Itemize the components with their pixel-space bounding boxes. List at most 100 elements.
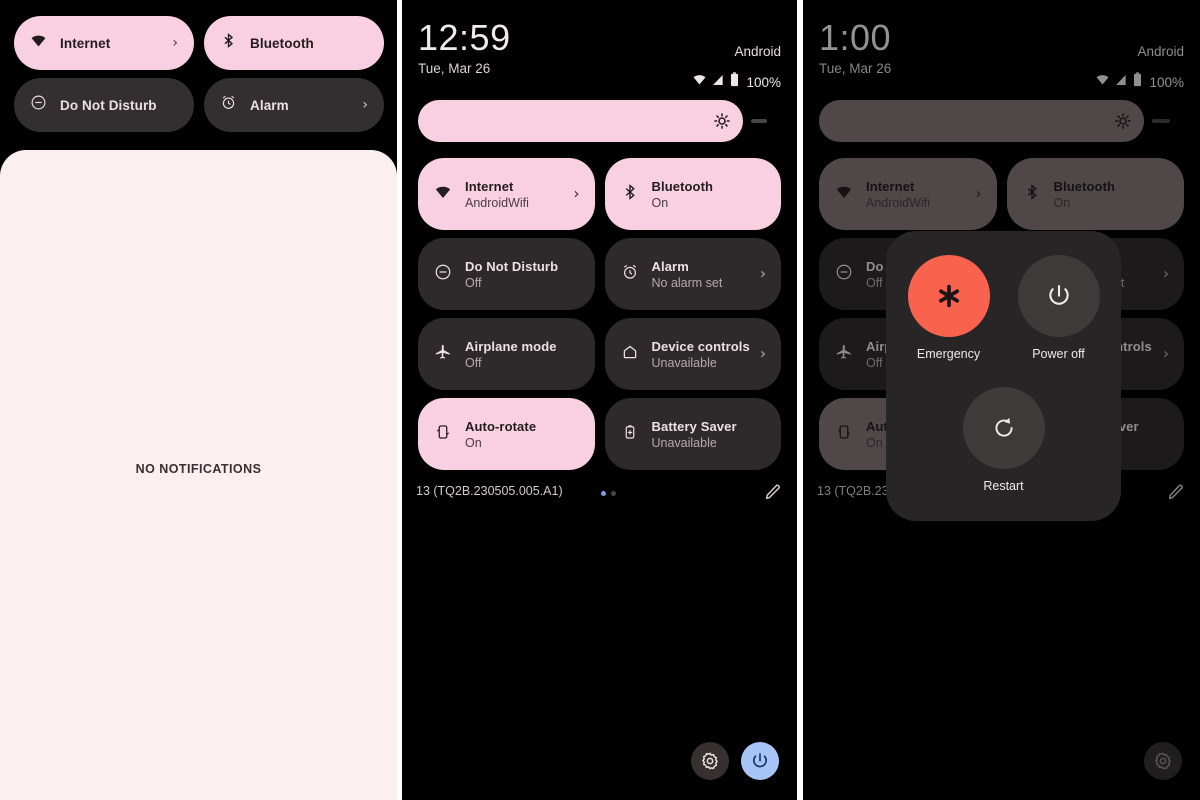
do-not-disturb-icon — [30, 94, 47, 116]
status-icons: 100% — [1095, 72, 1184, 92]
power-off-label: Power off — [1032, 347, 1085, 361]
tile-subtitle: Off — [465, 275, 482, 290]
tile-subtitle: On — [1053, 195, 1071, 210]
brightness-icon — [1114, 112, 1132, 130]
tile-do-not-disturb[interactable]: Do Not Disturb Off — [418, 238, 595, 310]
chevron-right-icon[interactable]: › — [1163, 346, 1169, 362]
pencil-icon[interactable] — [1166, 482, 1186, 502]
page-dot-active[interactable] — [601, 491, 606, 496]
brightness-slider[interactable] — [418, 100, 781, 142]
power-menu-row-secondary: Restart — [886, 387, 1121, 493]
brightness-icon — [713, 112, 731, 130]
chevron-right-icon[interactable]: › — [760, 346, 766, 362]
tile-subtitle: AndroidWifi — [465, 195, 529, 210]
tile-subtitle: Unavailable — [651, 355, 717, 370]
power-button[interactable] — [741, 742, 779, 780]
tile-bluetooth[interactable]: Bluetooth On — [1006, 158, 1184, 230]
tile-label: Do Not Disturb — [60, 97, 157, 113]
tile-title: Airplane mode — [465, 338, 557, 354]
emergency-asterisk-icon[interactable] — [907, 255, 990, 337]
tile-do-not-disturb[interactable]: Do Not Disturb — [14, 78, 194, 132]
signal-icon — [711, 73, 725, 92]
footer-buttons — [691, 742, 779, 780]
tile-internet[interactable]: Internet AndroidWifi › — [418, 158, 595, 230]
tile-internet[interactable]: Internet › — [14, 16, 194, 70]
tile-title: Internet — [465, 178, 514, 194]
screenshot-stage: Internet › Bluetooth Do Not Disturb Alar… — [0, 0, 1200, 800]
battery-saver-icon — [621, 423, 639, 446]
quick-settings-surface: 12:59 Tue, Mar 26 Android 100% Internet … — [402, 0, 797, 800]
tile-title: Device controls — [651, 338, 750, 354]
brightness-track-remainder[interactable] — [751, 119, 767, 123]
no-notifications-label: NO NOTIFICATIONS — [135, 462, 262, 476]
panel-collapsed-quick-settings: Internet › Bluetooth Do Not Disturb Alar… — [0, 0, 397, 800]
restart-option[interactable]: Restart — [962, 387, 1045, 493]
tile-alarm[interactable]: Alarm › — [204, 78, 384, 132]
page-indicator[interactable] — [601, 491, 616, 496]
restart-label: Restart — [983, 479, 1024, 493]
tile-label: Internet — [60, 35, 111, 51]
chevron-right-icon[interactable]: › — [976, 186, 982, 202]
brightness-slider[interactable] — [819, 100, 1184, 142]
brightness-track-filled[interactable] — [418, 100, 743, 142]
tile-title: Auto-rotate — [465, 418, 537, 434]
tile-subtitle: AndroidWifi — [866, 195, 930, 210]
power-off-option[interactable]: Power off — [1017, 255, 1100, 361]
chevron-right-icon[interactable]: › — [362, 98, 368, 112]
bluetooth-icon — [220, 32, 237, 54]
tile-internet[interactable]: Internet AndroidWifi › — [819, 158, 997, 230]
chevron-right-icon[interactable]: › — [172, 36, 178, 50]
do-not-disturb-icon — [835, 263, 853, 286]
tile-battery-saver[interactable]: Battery Saver Unavailable — [604, 398, 781, 470]
restart-icon[interactable] — [962, 387, 1045, 469]
clock: 12:59 — [418, 17, 511, 58]
tile-title: Bluetooth — [1053, 178, 1116, 194]
bluetooth-icon — [1023, 183, 1041, 206]
brightness-track-filled[interactable] — [819, 100, 1144, 142]
chevron-right-icon[interactable]: › — [574, 186, 580, 202]
do-not-disturb-icon — [434, 263, 452, 286]
tile-alarm[interactable]: Alarm No alarm set › — [604, 238, 781, 310]
build-label: 13 (TQ2B.230505.005.A1) — [416, 484, 563, 498]
emergency-label: Emergency — [916, 347, 981, 361]
status-header: 1:00 Tue, Mar 26 Android 100% — [819, 18, 1184, 90]
signal-icon — [1114, 73, 1128, 92]
tile-bluetooth[interactable]: Bluetooth — [204, 16, 384, 70]
wifi-icon — [1095, 72, 1110, 92]
bluetooth-icon — [621, 183, 639, 206]
battery-percent: 100% — [746, 74, 781, 90]
carrier-label: Android — [734, 44, 781, 59]
settings-button[interactable] — [691, 742, 729, 780]
alarm-icon — [621, 263, 639, 286]
tile-subtitle: On — [465, 435, 482, 450]
tile-bluetooth[interactable]: Bluetooth On — [604, 158, 781, 230]
power-menu-row-primary: Emergency Power off — [886, 255, 1121, 361]
power-icon[interactable] — [1017, 255, 1100, 337]
panel-divider — [797, 0, 802, 800]
tile-grid: Internet AndroidWifi › Bluetooth On — [418, 158, 781, 470]
tile-auto-rotate[interactable]: Auto-rotate On — [418, 398, 595, 470]
footer-buttons — [1144, 742, 1182, 780]
panel-expanded-quick-settings: 12:59 Tue, Mar 26 Android 100% Internet … — [402, 0, 797, 800]
tile-title: Bluetooth — [651, 178, 714, 194]
pencil-icon[interactable] — [763, 482, 783, 502]
tile-subtitle: No alarm set — [651, 275, 723, 290]
auto-rotate-icon — [434, 423, 452, 446]
collapsed-tile-grid: Internet › Bluetooth Do Not Disturb Alar… — [14, 16, 384, 132]
status-header: 12:59 Tue, Mar 26 Android 100% — [418, 17, 781, 90]
quick-settings-footer: 13 (TQ2B.230505.005.A1) — [416, 482, 783, 504]
brightness-track-remainder[interactable] — [1152, 119, 1170, 123]
status-icons: 100% — [692, 72, 781, 92]
page-dot[interactable] — [611, 491, 616, 496]
panel-power-menu: 1:00 Tue, Mar 26 Android 100% Internet A… — [803, 0, 1200, 800]
tile-title: Internet — [866, 178, 915, 194]
tile-subtitle: Unavailable — [651, 435, 717, 450]
settings-button[interactable] — [1144, 742, 1182, 780]
wifi-icon — [434, 183, 452, 206]
chevron-right-icon[interactable]: › — [760, 266, 766, 282]
emergency-option[interactable]: Emergency — [907, 255, 990, 361]
chevron-right-icon[interactable]: › — [1163, 266, 1169, 282]
tile-airplane-mode[interactable]: Airplane mode Off — [418, 318, 595, 390]
tile-device-controls[interactable]: Device controls Unavailable › — [604, 318, 781, 390]
battery-icon — [729, 72, 740, 92]
